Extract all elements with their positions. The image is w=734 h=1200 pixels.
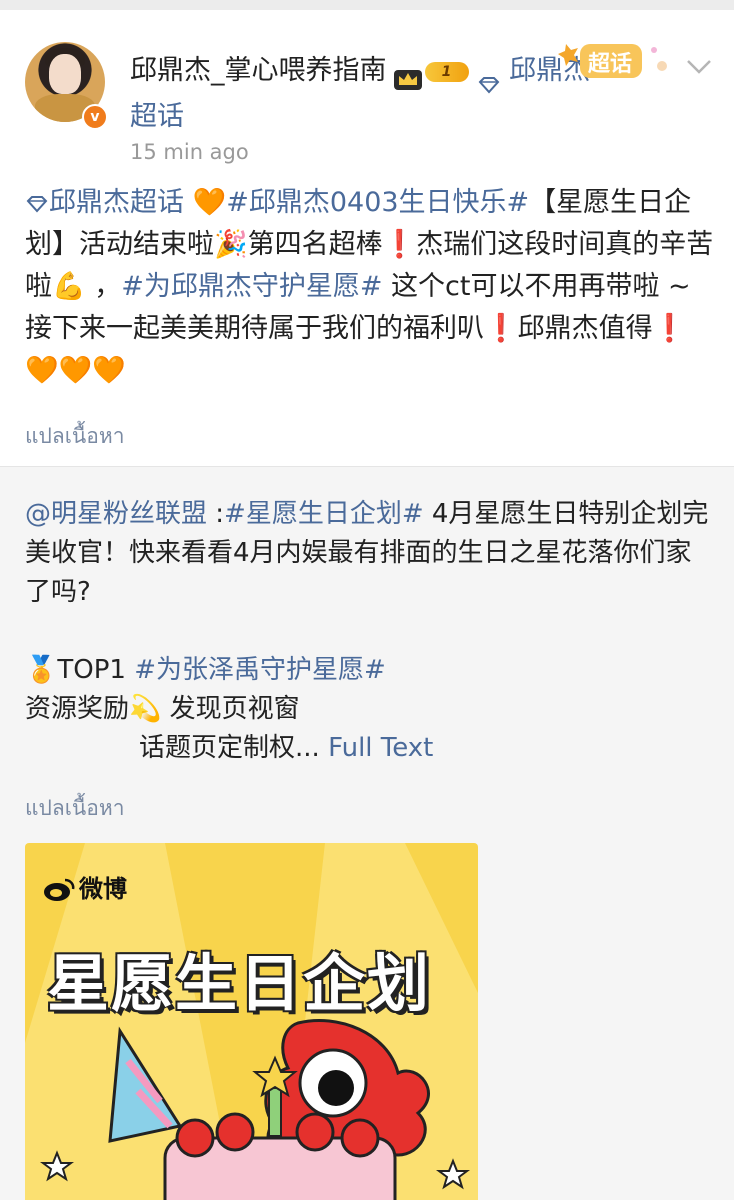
body-text-4: 邱鼎杰值得 (517, 313, 653, 344)
reward-more-line: 话题页定制权... (139, 733, 320, 763)
supertopic-inline-label: 邱鼎杰超话 (49, 187, 193, 218)
level-badge: 1 (424, 61, 469, 82)
verified-icon: v (82, 104, 108, 130)
hearts-emoji: 🧡🧡🧡 (25, 355, 126, 386)
exclamation-emoji: ❗ (382, 229, 417, 260)
exclamation-emoji-2: ❗ (484, 313, 518, 344)
medal-icon: 🏅 (25, 655, 58, 685)
chevron-down-icon[interactable] (686, 58, 712, 76)
repost-sep: : (207, 499, 225, 529)
heart-emoji: 🧡 (192, 187, 227, 218)
full-text-link[interactable]: Full Text (328, 733, 433, 763)
exclamation-emoji-3: ❗ (652, 313, 687, 344)
avatar-face (49, 54, 81, 94)
username[interactable]: 邱鼎杰_掌心喂养指南 (130, 55, 387, 86)
hashtag-guard-wish[interactable]: #为邱鼎杰守护星愿# (121, 271, 382, 302)
reposted-content[interactable]: @明星粉丝联盟 :#星愿生日企划# 4月星愿生日特别企划完美收官！快来看看4月内… (0, 467, 734, 1200)
weibo-logo: 微博 (43, 869, 127, 904)
repost-translate-link[interactable]: แปลเนื้อหา (25, 792, 125, 825)
mention-link[interactable]: @明星粉丝联盟 (25, 499, 207, 529)
top-strip (0, 0, 734, 10)
post-timestamp: 15 min ago (130, 140, 249, 164)
supertopic-inline-link[interactable]: 邱鼎杰超话 (25, 187, 193, 218)
image-title: 星愿生日企划 (47, 947, 432, 1020)
weibo-logo-text: 微博 (79, 875, 127, 903)
hashtag-star-wish[interactable]: #星愿生日企划# (224, 499, 424, 529)
diamond-icon (477, 63, 501, 93)
crown-icon (393, 60, 423, 90)
top-label: TOP1 (57, 655, 126, 685)
hashtag-top1[interactable]: #为张泽禹守护星愿# (134, 655, 386, 685)
repost-image[interactable]: 微博 星愿生日企划 (25, 843, 478, 1200)
supertopic-sticker-text: 超话 (588, 52, 633, 77)
supertopic-sticker[interactable]: 超话 (558, 36, 670, 86)
repost-text: @明星粉丝联盟 :#星愿生日企划# 4月星愿生日特别企划完美收官！快来看看4月内… (25, 495, 715, 768)
hashtag-birthday[interactable]: #邱鼎杰0403生日快乐# (226, 187, 529, 218)
post-header: 邱鼎杰_掌心喂养指南 1 邱鼎杰超话 (130, 48, 600, 140)
diamond-icon (26, 195, 48, 212)
post-body: 邱鼎杰超话 🧡#邱鼎杰0403生日快乐#【星愿生日企划】活动结束啦🎉第四名超棒❗… (25, 182, 715, 392)
reward-line: 资源奖励💫 发现页视窗 (25, 694, 300, 724)
weibo-logo-icon (44, 878, 75, 901)
translate-link[interactable]: แปลเนื้อหา (25, 420, 125, 453)
